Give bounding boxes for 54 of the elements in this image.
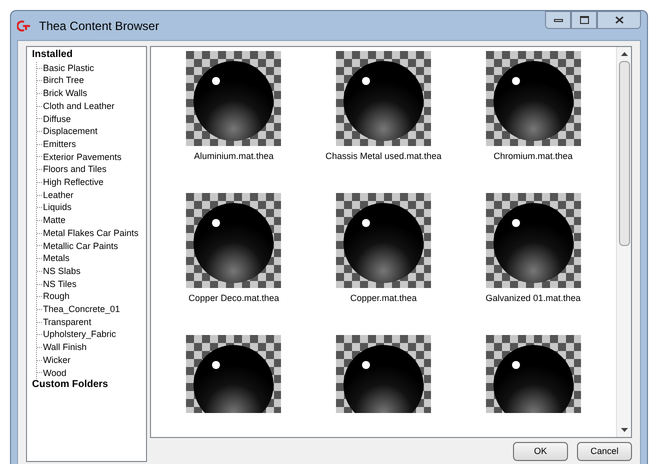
- scroll-up-icon[interactable]: [620, 52, 628, 56]
- tree-item[interactable]: Wood: [42, 366, 66, 380]
- tree-item[interactable]: Upholstery_Fabric: [42, 328, 116, 342]
- tree-item[interactable]: Rough: [42, 290, 70, 304]
- thumbnail-label: Aluminium.mat.thea: [194, 150, 274, 163]
- material-sphere-thumbnail[interactable]: [336, 51, 431, 146]
- close-icon: [614, 16, 624, 24]
- thumbnail-label: Galvanized 01.mat.thea: [486, 292, 581, 305]
- tree-item[interactable]: Transparent: [42, 316, 92, 328]
- tree-item[interactable]: Metallic Car Paints: [42, 240, 118, 252]
- vertical-scrollbar[interactable]: [616, 47, 631, 437]
- tree-item[interactable]: Displacement: [42, 125, 98, 138]
- tree-item[interactable]: Emitters: [42, 138, 76, 151]
- thumbnail-label: Chromium.mat.thea: [494, 150, 573, 163]
- scroll-down-icon[interactable]: [620, 428, 628, 432]
- thumbnail-label: Copper.mat.thea: [350, 292, 417, 305]
- material-sphere-thumbnail[interactable]: [336, 192, 431, 288]
- tree-item[interactable]: Floors and Tiles: [42, 163, 107, 176]
- scrollbar-thumb[interactable]: [618, 61, 630, 246]
- tree-item[interactable]: Exterior Pavements: [42, 150, 122, 164]
- tree-item[interactable]: NS Tiles: [42, 278, 77, 290]
- material-sphere-thumbnail[interactable]: [186, 334, 282, 413]
- material-sphere-thumbnail[interactable]: [186, 51, 282, 146]
- tree-item[interactable]: Diffuse: [42, 112, 71, 126]
- material-sphere-thumbnail[interactable]: [186, 192, 282, 288]
- minimize-button[interactable]: [545, 11, 571, 29]
- tree-item[interactable]: Cloth and Leather: [42, 100, 115, 113]
- tree-item[interactable]: Thea_Concrete_01: [42, 303, 120, 316]
- tree-folder-item[interactable]: Installed: [32, 49, 146, 62]
- tree-item[interactable]: Metals: [42, 252, 70, 265]
- dialog-button[interactable]: Cancel: [577, 442, 632, 461]
- tree-item[interactable]: Metal Flakes Car Paints: [42, 226, 139, 240]
- tree-item[interactable]: Basic Plastic: [42, 62, 94, 74]
- material-sphere-thumbnail[interactable]: [336, 334, 431, 413]
- thumbnail-label: Copper Deco.mat.thea: [188, 292, 280, 305]
- tree-folder-item[interactable]: Custom Folders: [32, 379, 146, 392]
- window-title: Thea Content Browser: [39, 18, 160, 34]
- tree-item[interactable]: Leather: [42, 188, 74, 202]
- thumbnail-label: Chassis Metal used.mat.thea: [325, 150, 442, 163]
- dialog-button[interactable]: OK: [513, 442, 568, 461]
- material-sphere-thumbnail[interactable]: [486, 192, 581, 288]
- tree-item[interactable]: Brick Walls: [42, 87, 88, 100]
- tree-item[interactable]: Liquids: [42, 201, 72, 214]
- tree-item[interactable]: High Reflective: [42, 176, 104, 189]
- maximize-button[interactable]: [571, 11, 597, 29]
- tree-item[interactable]: Wicker: [42, 354, 70, 367]
- app-logo-icon: [17, 20, 31, 32]
- close-button[interactable]: [597, 11, 641, 29]
- tree-item[interactable]: Wall Finish: [42, 341, 87, 354]
- tree-item[interactable]: NS Slabs: [42, 264, 81, 278]
- tree-item[interactable]: Matte: [42, 214, 66, 227]
- tree-item[interactable]: Birch Tree: [42, 74, 84, 88]
- material-sphere-thumbnail[interactable]: [486, 334, 581, 413]
- material-sphere-thumbnail[interactable]: [486, 51, 581, 146]
